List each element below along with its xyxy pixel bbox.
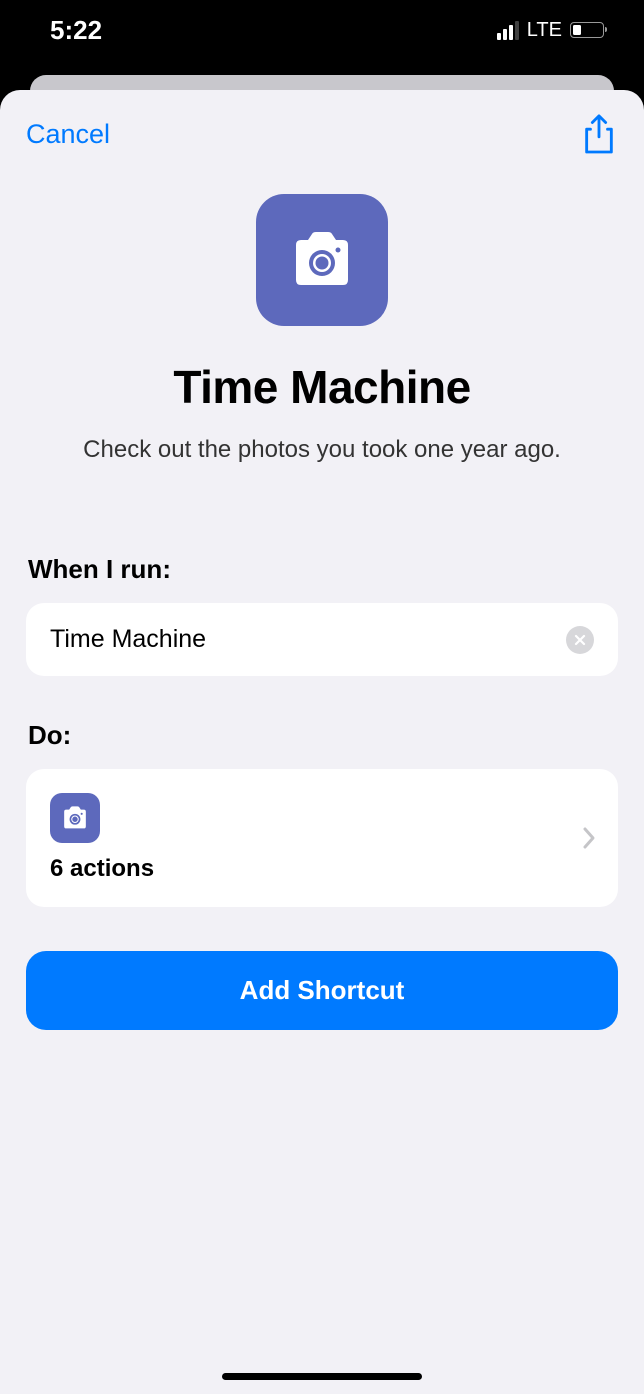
chevron-right-icon [582, 826, 596, 850]
share-icon [580, 114, 618, 156]
shortcut-app-icon [256, 194, 388, 326]
actions-row[interactable]: 6 actions [26, 769, 618, 907]
add-shortcut-sheet: Cancel Time Machine Check out the photos… [0, 90, 644, 1394]
add-shortcut-button[interactable]: Add Shortcut [26, 951, 618, 1030]
shortcut-name-input[interactable]: Time Machine [26, 603, 618, 676]
clear-input-button[interactable] [566, 626, 594, 654]
home-indicator[interactable] [222, 1373, 422, 1380]
share-button[interactable] [580, 114, 618, 154]
signal-icon [497, 21, 519, 40]
status-indicators: LTE [497, 19, 604, 42]
camera-icon [60, 805, 90, 831]
actions-count: 6 actions [50, 855, 154, 883]
shortcut-name-value: Time Machine [50, 625, 566, 654]
status-time: 5:22 [50, 15, 102, 46]
network-label: LTE [527, 19, 562, 42]
cancel-button[interactable]: Cancel [26, 119, 110, 150]
sheet-header: Cancel [26, 114, 618, 154]
shortcut-subtitle: Check out the photos you took one year a… [26, 436, 618, 464]
do-section-label: Do: [26, 720, 618, 751]
status-bar: 5:22 LTE [0, 0, 644, 60]
when-section-label: When I run: [26, 554, 618, 585]
camera-icon [286, 230, 358, 290]
app-icon-container [26, 194, 618, 326]
battery-icon [570, 22, 604, 38]
shortcut-title: Time Machine [26, 360, 618, 414]
close-icon [574, 634, 586, 646]
actions-mini-icon [50, 793, 100, 843]
